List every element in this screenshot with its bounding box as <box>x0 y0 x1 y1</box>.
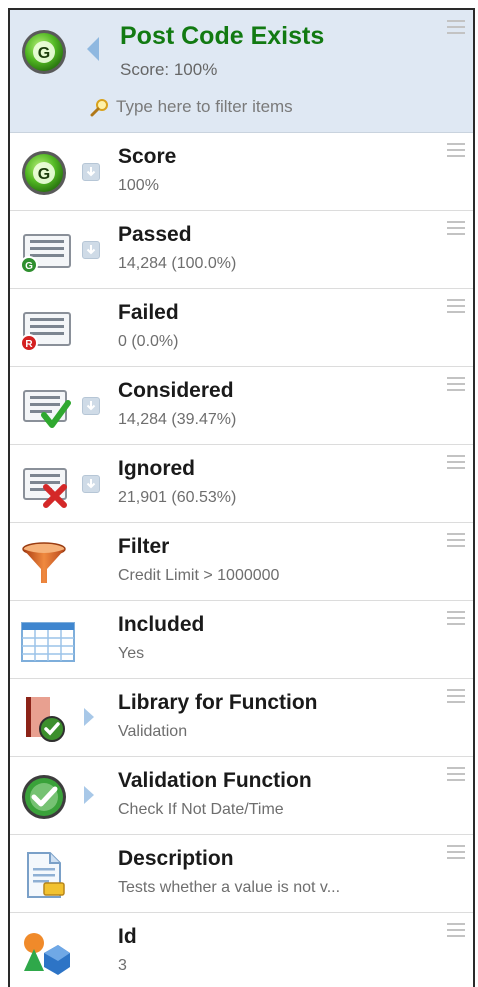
funnel-icon <box>20 539 68 587</box>
item-title: Validation Function <box>118 769 312 792</box>
item-value: Tests whether a value is not v... <box>118 879 341 896</box>
validation-check-icon <box>20 773 68 821</box>
list-item-filter[interactable]: Filter Credit Limit > 1000000 <box>10 523 473 601</box>
item-value: 100% <box>118 177 159 194</box>
item-title: Filter <box>118 535 170 558</box>
list-item-ignored[interactable]: Ignored 21,901 (60.53%) <box>10 445 473 523</box>
expand-down-button[interactable] <box>82 241 100 259</box>
item-title: Failed <box>118 301 179 324</box>
drag-handle-icon[interactable] <box>447 689 465 703</box>
property-panel: G Post Code Exists Score: 100% Type here… <box>8 8 475 987</box>
page-title: Post Code Exists <box>120 22 325 50</box>
list-item-considered[interactable]: Considered 14,284 (39.47%) <box>10 367 473 445</box>
expand-down-button[interactable] <box>82 163 100 181</box>
panel-header: G Post Code Exists Score: 100% Type here… <box>10 10 473 133</box>
item-value: 0 (0.0%) <box>118 333 179 350</box>
svg-text:G: G <box>38 45 50 62</box>
drag-handle-icon[interactable] <box>447 611 465 625</box>
item-title: Id <box>118 925 137 948</box>
item-value: Check If Not Date/Time <box>118 801 284 818</box>
list-item-score[interactable]: G Score 100% <box>10 133 473 211</box>
item-title: Description <box>118 847 234 870</box>
drag-handle-icon[interactable] <box>447 20 465 34</box>
svg-text:R: R <box>25 339 33 350</box>
item-value: Validation <box>118 723 188 740</box>
item-title: Score <box>118 145 177 168</box>
svg-text:G: G <box>25 261 33 272</box>
list-item-id[interactable]: Id 3 <box>10 913 473 987</box>
failed-list-icon: R <box>20 305 71 353</box>
item-title: Passed <box>118 223 192 246</box>
header-score: Score: 100% <box>120 60 218 79</box>
item-title: Library for Function <box>118 691 318 714</box>
item-title: Included <box>118 613 205 636</box>
drag-handle-icon[interactable] <box>447 377 465 391</box>
collapse-arrow-icon[interactable] <box>86 36 100 62</box>
list-item-description[interactable]: Description Tests whether a value is not… <box>10 835 473 913</box>
list-item-library-for-function[interactable]: Library for Function Validation <box>10 679 473 757</box>
expand-arrow-icon[interactable] <box>83 785 99 804</box>
item-value: 21,901 (60.53%) <box>118 489 237 506</box>
list-item-failed[interactable]: R Failed 0 (0.0%) <box>10 289 473 367</box>
item-value: Credit Limit > 1000000 <box>118 567 280 584</box>
item-value: 3 <box>118 957 127 974</box>
table-grid-icon <box>20 617 75 665</box>
considered-check-icon <box>20 383 71 431</box>
expand-down-button[interactable] <box>82 397 100 415</box>
list-item-included[interactable]: Included Yes <box>10 601 473 679</box>
drag-handle-icon[interactable] <box>447 299 465 313</box>
item-title: Ignored <box>118 457 195 480</box>
expand-arrow-icon[interactable] <box>83 707 99 726</box>
list-item-validation-function[interactable]: Validation Function Check If Not Date/Ti… <box>10 757 473 835</box>
filter-placeholder: Type here to filter items <box>116 97 293 116</box>
drag-handle-icon[interactable] <box>447 455 465 469</box>
item-value: 14,284 (39.47%) <box>118 411 237 428</box>
svg-text:G: G <box>38 166 50 183</box>
shapes-icon <box>20 929 70 977</box>
drag-handle-icon[interactable] <box>447 221 465 235</box>
score-badge-icon: G <box>20 28 68 76</box>
drag-handle-icon[interactable] <box>447 923 465 937</box>
item-value: 14,284 (100.0%) <box>118 255 237 272</box>
expand-down-button[interactable] <box>82 475 100 493</box>
filter-input[interactable]: Type here to filter items <box>90 96 410 118</box>
drag-handle-icon[interactable] <box>447 143 465 157</box>
ignored-x-icon <box>20 461 68 509</box>
drag-handle-icon[interactable] <box>447 845 465 859</box>
library-book-icon <box>20 695 68 743</box>
passed-list-icon: G <box>20 227 71 275</box>
list-item-passed[interactable]: G Passed 14,284 (100.0%) <box>10 211 473 289</box>
drag-handle-icon[interactable] <box>447 533 465 547</box>
drag-handle-icon[interactable] <box>447 767 465 781</box>
item-value: Yes <box>118 645 145 662</box>
item-title: Considered <box>118 379 234 402</box>
score-g-icon: G <box>20 149 68 197</box>
document-icon <box>20 851 68 899</box>
search-icon <box>90 97 110 117</box>
